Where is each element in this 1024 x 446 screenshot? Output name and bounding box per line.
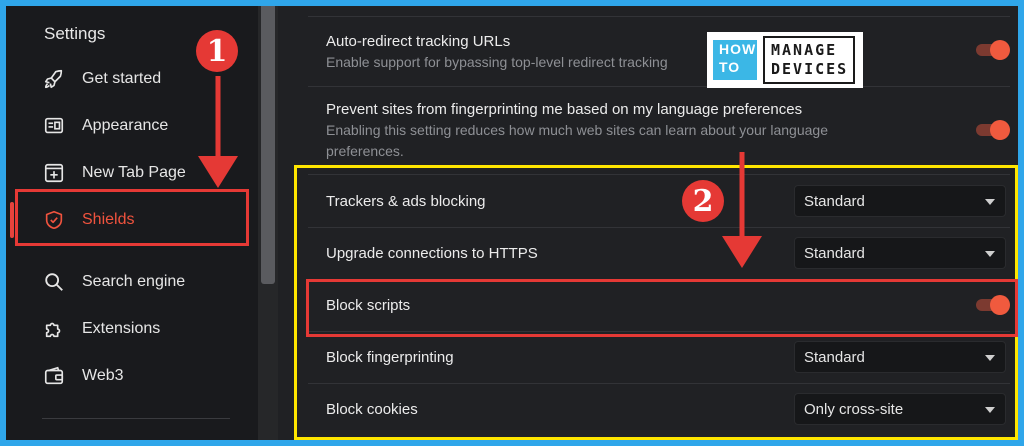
language-fingerprint-desc-line1: Enabling this setting reduces how much w…: [326, 122, 828, 138]
sidebar-item-extensions[interactable]: Extensions: [42, 312, 160, 346]
sidebar-item-label: Web3: [82, 367, 124, 384]
sidebar-item-label: Search engine: [82, 273, 186, 290]
toggle-knob: [990, 120, 1010, 140]
new-tab-icon: [42, 161, 66, 185]
active-indicator: [10, 202, 14, 238]
divider: [308, 86, 1010, 87]
step-2-badge: 2: [682, 180, 724, 222]
how-to-manage-devices-logo: HOW TO MANAGE DEVICES: [707, 32, 863, 88]
settings-window: Settings Get started Appearance New Tab …: [6, 6, 1018, 440]
sidebar-item-label: Appearance: [82, 117, 169, 134]
logo-how: HOW: [719, 41, 757, 57]
sidebar-divider: [42, 418, 230, 419]
sidebar-scrollbar-thumb[interactable]: [261, 6, 275, 284]
puzzle-icon: [42, 317, 66, 341]
sidebar-item-search-engine[interactable]: Search engine: [42, 265, 185, 299]
logo-to: TO: [719, 59, 741, 75]
divider: [308, 16, 1010, 17]
search-icon: [42, 270, 66, 294]
sidebar-item-appearance[interactable]: Appearance: [42, 109, 168, 143]
sidebar-item-get-started[interactable]: Get started: [42, 62, 161, 96]
language-fingerprint-toggle[interactable]: [976, 120, 1010, 140]
step-1-arrow: [198, 76, 238, 188]
sidebar-item-label: New Tab Page: [82, 164, 186, 181]
logo-manage: MANAGE: [771, 41, 838, 59]
logo-how-to-block: HOW TO: [713, 40, 757, 80]
block-scripts-highlight-box: [306, 279, 1018, 337]
step-1-badge: 1: [196, 30, 238, 72]
language-fingerprint-title: Prevent sites from fingerprinting me bas…: [326, 101, 803, 118]
sidebar-title: Settings: [44, 24, 106, 43]
logo-manage-devices-block: MANAGE DEVICES: [763, 36, 855, 84]
rocket-icon: [42, 67, 66, 91]
toggle-knob: [990, 40, 1010, 60]
language-fingerprint-desc-line2: preferences.: [326, 143, 404, 159]
logo-devices: DEVICES: [771, 60, 849, 78]
step-2-arrow: [722, 152, 762, 268]
sidebar-item-web3[interactable]: Web3: [42, 359, 124, 393]
sidebar-item-label: Extensions: [82, 320, 161, 337]
auto-redirect-toggle[interactable]: [976, 40, 1010, 60]
shields-highlight-box: [15, 189, 249, 246]
auto-redirect-title: Auto-redirect tracking URLs: [326, 33, 511, 50]
wallet-icon: [42, 364, 66, 388]
sidebar-item-new-tab-page[interactable]: New Tab Page: [42, 156, 186, 190]
appearance-icon: [42, 114, 66, 138]
sidebar-item-label: Get started: [82, 70, 162, 87]
